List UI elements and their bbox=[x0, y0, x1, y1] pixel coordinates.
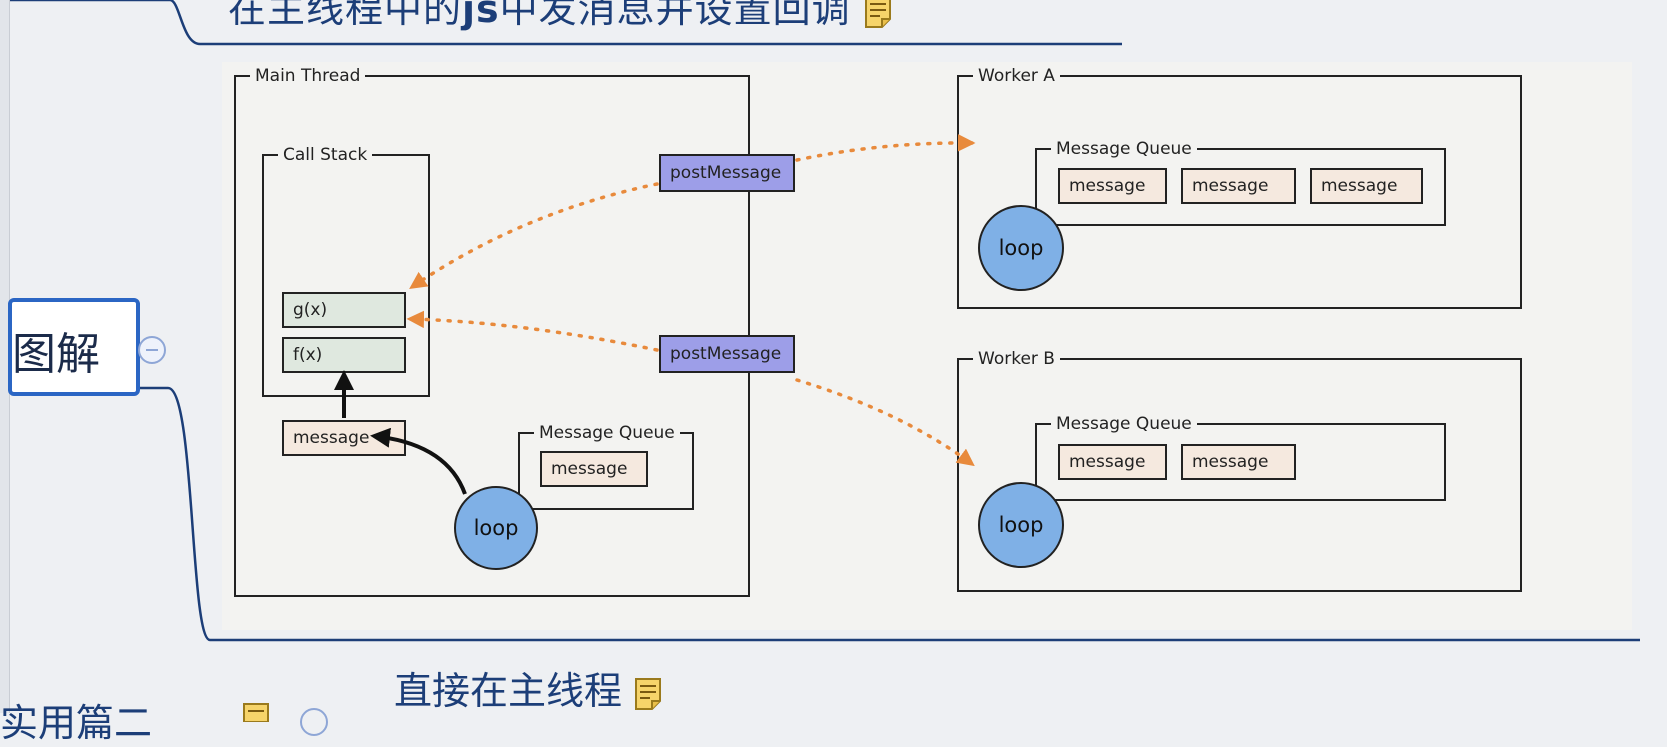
collapse-icon[interactable] bbox=[138, 336, 166, 364]
node-text-before: 在主线程中的 bbox=[228, 0, 463, 31]
collapse-icon[interactable] bbox=[300, 708, 328, 736]
diagram-arrows bbox=[334, 134, 976, 495]
node-label: 直接在主线程 bbox=[394, 669, 623, 713]
note-icon[interactable] bbox=[864, 0, 892, 29]
mindmap-node-partial[interactable]: 实用篇二 bbox=[0, 692, 152, 747]
mindmap-node-diagram[interactable]: 图解 bbox=[12, 318, 100, 382]
mindmap-node-direct-main-thread[interactable]: 直接在主线程 bbox=[394, 660, 662, 715]
web-worker-diagram: Main Thread Call Stack g(x) f(x) message… bbox=[222, 62, 1632, 630]
note-icon[interactable] bbox=[242, 702, 270, 722]
note-icon[interactable] bbox=[634, 677, 662, 711]
mindmap-node-send-message[interactable]: 在主线程中的js中发消息并设置回调 bbox=[228, 0, 892, 33]
node-text-js: js bbox=[462, 0, 500, 31]
node-text-after: 中发消息并设置回调 bbox=[499, 0, 851, 31]
